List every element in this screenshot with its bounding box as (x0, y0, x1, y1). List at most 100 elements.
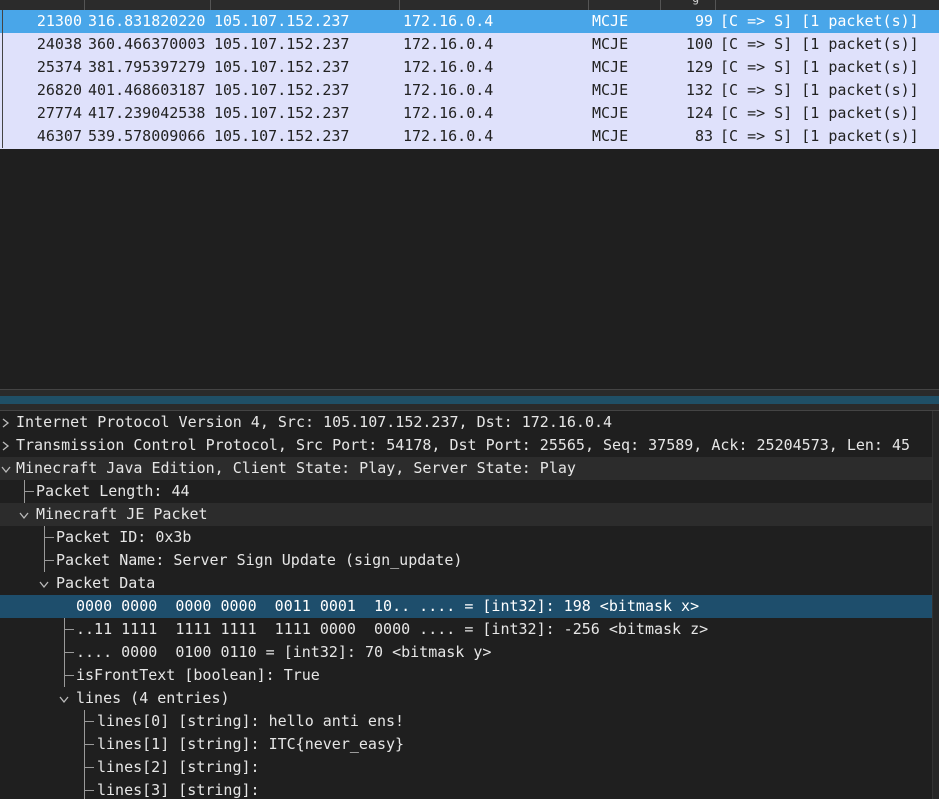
splitter-line (0, 389, 939, 390)
packet-protocol: MCJE (592, 81, 629, 99)
packet-info: [C => S] [1 packet(s)] (720, 127, 919, 145)
packet-row[interactable]: 26820 401.468603187 105.107.152.237 172.16.… (0, 79, 939, 102)
packet-info: [C => S] [1 packet(s)] (720, 12, 919, 30)
tree-item-line-0[interactable]: lines[0] [string]: hello anti ens! (0, 710, 932, 733)
tree-item-je-packet[interactable]: Minecraft JE Packet (0, 503, 932, 526)
tree-item-bitmask-y[interactable]: .... 0000 0100 0110 = [int32]: 70 <bitma… (0, 641, 932, 664)
column-separator[interactable] (660, 0, 661, 10)
tree-item-bitmask-z[interactable]: ..11 1111 1111 1111 1111 0000 0000 .... … (0, 618, 932, 641)
column-header-length-label[interactable]: g (692, 0, 699, 5)
tree-item-tcp[interactable]: Transmission Control Protocol, Src Port:… (0, 434, 932, 457)
tree-item-bitmask-x[interactable]: 0000 0000 0000 0000 0011 0001 10.. .... … (0, 595, 932, 618)
tree-item-label: lines[2] [string]: (97, 758, 260, 776)
packet-destination: 172.16.0.4 (403, 81, 494, 99)
chevron-down-icon[interactable] (18, 509, 30, 521)
tree-item-label: Transmission Control Protocol, Src Port:… (16, 436, 911, 454)
column-separator[interactable] (399, 0, 400, 10)
packet-list-empty-area (0, 149, 939, 389)
packet-number: 21300 (36, 12, 82, 30)
packet-number: 26820 (36, 81, 82, 99)
tree-item-label: Packet Name: Server Sign Update (sign_up… (56, 551, 463, 569)
chevron-down-icon[interactable] (38, 578, 50, 590)
tree-item-line-1[interactable]: lines[1] [string]: ITC{never_easy} (0, 733, 932, 756)
packet-length: 100 (685, 35, 713, 53)
packet-length: 129 (685, 58, 713, 76)
tree-item-label: Minecraft JE Packet (36, 505, 208, 523)
column-separator[interactable] (84, 0, 85, 10)
tree-item-label: Minecraft Java Edition, Client State: Pl… (16, 459, 576, 477)
tree-item-label: lines[1] [string]: ITC{never_easy} (97, 735, 405, 753)
packet-source: 105.107.152.237 (214, 127, 350, 145)
packet-time: 539.578009066 (88, 127, 206, 145)
packet-destination: 172.16.0.4 (403, 12, 494, 30)
tree-item-line-3[interactable]: lines[3] [string]: (0, 779, 932, 799)
tree-item-label: .... 0000 0100 0110 = [int32]: 70 <bitma… (76, 643, 492, 661)
packet-number: 46307 (36, 127, 82, 145)
packet-protocol: MCJE (592, 104, 629, 122)
column-separator[interactable] (588, 0, 589, 10)
tree-item-label: lines (4 entries) (76, 689, 230, 707)
packet-destination: 172.16.0.4 (403, 127, 494, 145)
tree-item-packet-name[interactable]: Packet Name: Server Sign Update (sign_up… (0, 549, 932, 572)
packet-protocol: MCJE (592, 58, 629, 76)
pane-splitter[interactable] (0, 389, 939, 411)
packet-source: 105.107.152.237 (214, 81, 350, 99)
tree-item-packet-length[interactable]: Packet Length: 44 (0, 480, 932, 503)
tree-item-lines[interactable]: lines (4 entries) (0, 687, 932, 710)
packet-row[interactable]: 25374 381.795397279 105.107.152.237 172.16.… (0, 56, 939, 79)
packet-length: 132 (685, 81, 713, 99)
tree-item-is-front-text[interactable]: isFrontText [boolean]: True (0, 664, 932, 687)
packet-length: 99 (694, 12, 713, 30)
column-header[interactable]: g (0, 0, 939, 10)
tree-item-label: lines[3] [string]: (97, 781, 260, 799)
packet-source: 105.107.152.237 (214, 58, 350, 76)
packet-length: 83 (694, 127, 713, 145)
packet-time: 381.795397279 (88, 58, 206, 76)
column-separator[interactable] (210, 0, 211, 10)
packet-info: [C => S] [1 packet(s)] (720, 35, 919, 53)
tree-item-label: isFrontText [boolean]: True (76, 666, 320, 684)
chevron-down-icon[interactable] (0, 463, 12, 475)
packet-info: [C => S] [1 packet(s)] (720, 104, 919, 122)
tree-item-packet-data[interactable]: Packet Data (0, 572, 932, 595)
tree-item-label: lines[0] [string]: hello anti ens! (97, 712, 405, 730)
packet-source: 105.107.152.237 (214, 12, 350, 30)
tree-item-minecraft[interactable]: Minecraft Java Edition, Client State: Pl… (0, 457, 932, 480)
packet-row[interactable]: 27774 417.239042538 105.107.152.237 172.16.… (0, 102, 939, 125)
chevron-right-icon[interactable] (0, 417, 12, 429)
packet-row[interactable]: 24038 360.466370003 105.107.152.237 172.16.… (0, 33, 939, 56)
tree-item-label: Packet ID: 0x3b (56, 528, 192, 546)
packet-protocol: MCJE (592, 12, 629, 30)
packet-length: 124 (685, 104, 713, 122)
packet-source: 105.107.152.237 (214, 35, 350, 53)
tree-item-line-2[interactable]: lines[2] [string]: (0, 756, 932, 779)
tree-item-ip[interactable]: Internet Protocol Version 4, Src: 105.10… (0, 411, 932, 434)
packet-time: 360.466370003 (88, 35, 206, 53)
tree-scrollbar[interactable] (932, 411, 939, 799)
chevron-down-icon[interactable] (58, 693, 70, 705)
packet-time: 401.468603187 (88, 81, 206, 99)
packet-number: 24038 (36, 35, 82, 53)
packet-protocol: MCJE (592, 35, 629, 53)
packet-number: 27774 (36, 104, 82, 122)
packet-time: 417.239042538 (88, 104, 206, 122)
chevron-right-icon[interactable] (0, 440, 12, 452)
packet-number: 25374 (36, 58, 82, 76)
packet-protocol: MCJE (592, 127, 629, 145)
tree-item-label: Internet Protocol Version 4, Src: 105.10… (16, 413, 613, 431)
packet-source: 105.107.152.237 (214, 104, 350, 122)
tree-item-label: Packet Length: 44 (36, 482, 190, 500)
packet-list[interactable]: g 21300 316.831820220 105.107.152.237 172.1… (0, 0, 939, 149)
packet-info: [C => S] [1 packet(s)] (720, 58, 919, 76)
column-separator[interactable] (715, 0, 716, 10)
tree-item-packet-id[interactable]: Packet ID: 0x3b (0, 526, 932, 549)
packet-detail-tree[interactable]: Internet Protocol Version 4, Src: 105.10… (0, 411, 939, 799)
packet-destination: 172.16.0.4 (403, 58, 494, 76)
tree-item-label: 0000 0000 0000 0000 0011 0001 10.. .... … (76, 597, 700, 615)
packet-info: [C => S] [1 packet(s)] (720, 81, 919, 99)
packet-time: 316.831820220 (88, 12, 206, 30)
splitter-handle[interactable] (0, 396, 939, 404)
packet-row[interactable]: 46307 539.578009066 105.107.152.237 172.16.… (0, 125, 939, 148)
packet-row-selected[interactable]: 21300 316.831820220 105.107.152.237 172.16.… (0, 10, 939, 33)
tree-item-label: ..11 1111 1111 1111 1111 0000 0000 .... … (76, 620, 709, 638)
